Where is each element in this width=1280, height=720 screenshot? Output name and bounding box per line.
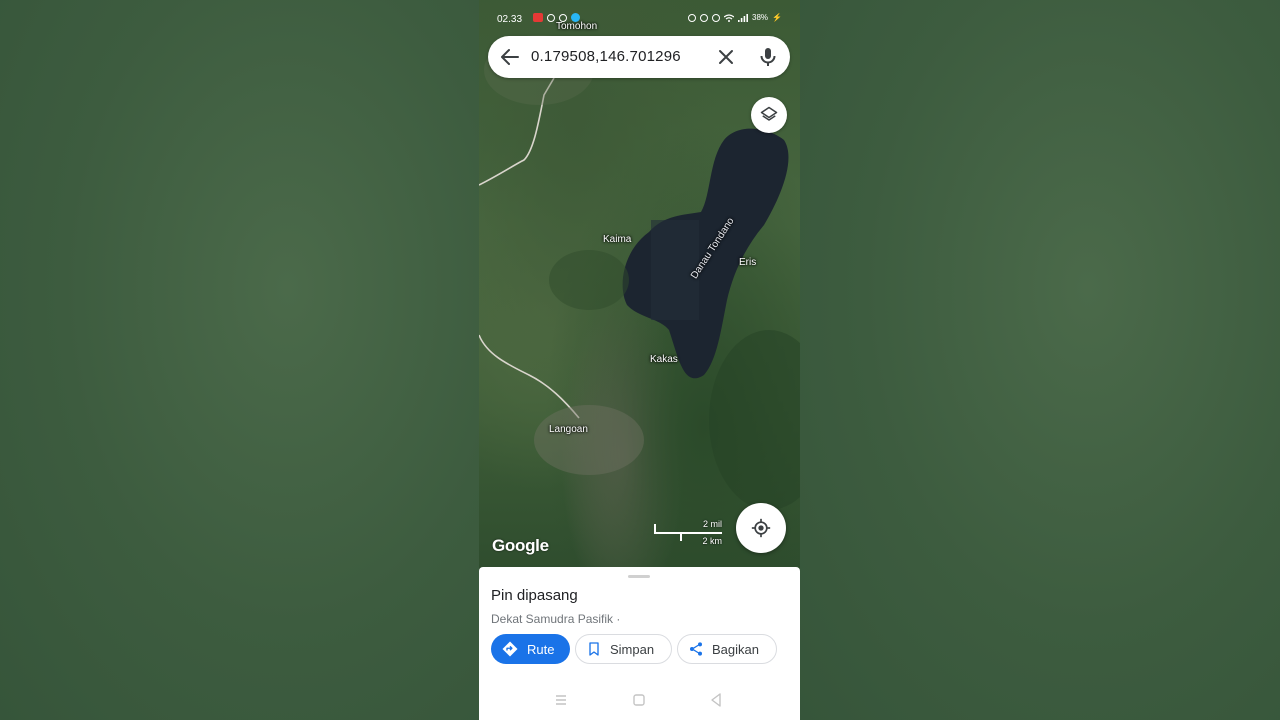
- recent-apps-icon[interactable]: [551, 690, 571, 710]
- google-attribution: Google: [492, 536, 549, 555]
- layers-button[interactable]: [751, 97, 787, 133]
- layers-icon: [760, 106, 778, 121]
- home-icon[interactable]: [629, 690, 649, 710]
- notification-icons: [533, 13, 580, 22]
- phone-screen: Tomohon Kaima Danau Tondano Eris Kakas L…: [479, 0, 800, 720]
- place-bottom-sheet[interactable]: Pin dipasang Dekat Samudra Pasifik · Rut…: [479, 567, 800, 720]
- map-label-langoan[interactable]: Langoan: [549, 424, 588, 435]
- scale-imperial-label: 2 mil: [702, 519, 722, 529]
- map-label-eris[interactable]: Eris: [739, 257, 756, 268]
- search-bar[interactable]: 0.179508,146.701296: [488, 36, 790, 78]
- signal-icon: [738, 13, 749, 22]
- my-location-button[interactable]: [736, 503, 786, 553]
- notification-icon: [547, 13, 555, 22]
- scale-tick: [680, 532, 682, 541]
- scale-metric-label: 2 km: [702, 536, 722, 546]
- location-notification-icon: [559, 13, 567, 22]
- alarm-icon: [700, 13, 709, 22]
- bookmark-icon: [589, 642, 599, 656]
- arrow-left-icon[interactable]: [498, 45, 522, 69]
- status-time: 02.33: [497, 14, 523, 25]
- search-input[interactable]: 0.179508,146.701296: [531, 48, 681, 65]
- place-title: Pin dipasang: [491, 587, 578, 604]
- system-icons: 38% ⚡: [688, 13, 782, 22]
- scale-line: [654, 532, 722, 534]
- road: [479, 334, 580, 419]
- route-button-label: Rute: [527, 641, 555, 657]
- blurred-background-right: [800, 0, 1280, 720]
- youtube-notification-icon: [533, 13, 543, 22]
- map-label-kakas[interactable]: Kakas: [650, 354, 678, 365]
- share-icon: [690, 642, 702, 656]
- android-nav-bar: [479, 690, 800, 710]
- route-button[interactable]: Rute: [491, 634, 570, 664]
- close-icon[interactable]: [714, 45, 738, 69]
- blurred-background-left: [0, 0, 479, 720]
- location-icon: [712, 13, 721, 22]
- map-label-kaima[interactable]: Kaima: [603, 234, 631, 245]
- forest-patch: [549, 250, 629, 310]
- sheet-drag-handle[interactable]: [628, 575, 650, 578]
- save-button[interactable]: Simpan: [575, 634, 672, 664]
- battery-percent: 38%: [752, 13, 769, 22]
- map-terrain: [479, 35, 800, 510]
- back-nav-icon[interactable]: [706, 690, 726, 710]
- share-button[interactable]: Bagikan: [677, 634, 777, 664]
- mute-icon: [688, 13, 697, 22]
- status-bar: 02.33 38% ⚡: [479, 8, 800, 30]
- microphone-icon[interactable]: [756, 45, 780, 69]
- wifi-icon: [724, 13, 735, 22]
- forest-patch: [709, 330, 800, 510]
- charging-icon: ⚡: [772, 13, 782, 22]
- app-notification-icon: [571, 13, 580, 22]
- my-location-icon: [751, 518, 771, 538]
- save-button-label: Simpan: [610, 641, 655, 657]
- place-subtitle: Dekat Samudra Pasifik ·: [491, 612, 621, 626]
- directions-icon: [502, 641, 518, 657]
- town-area: [534, 405, 644, 475]
- map-view[interactable]: Tomohon Kaima Danau Tondano Eris Kakas L…: [479, 0, 800, 568]
- map-scale: 2 mil 2 km: [654, 519, 724, 549]
- share-button-label: Bagikan: [712, 641, 759, 657]
